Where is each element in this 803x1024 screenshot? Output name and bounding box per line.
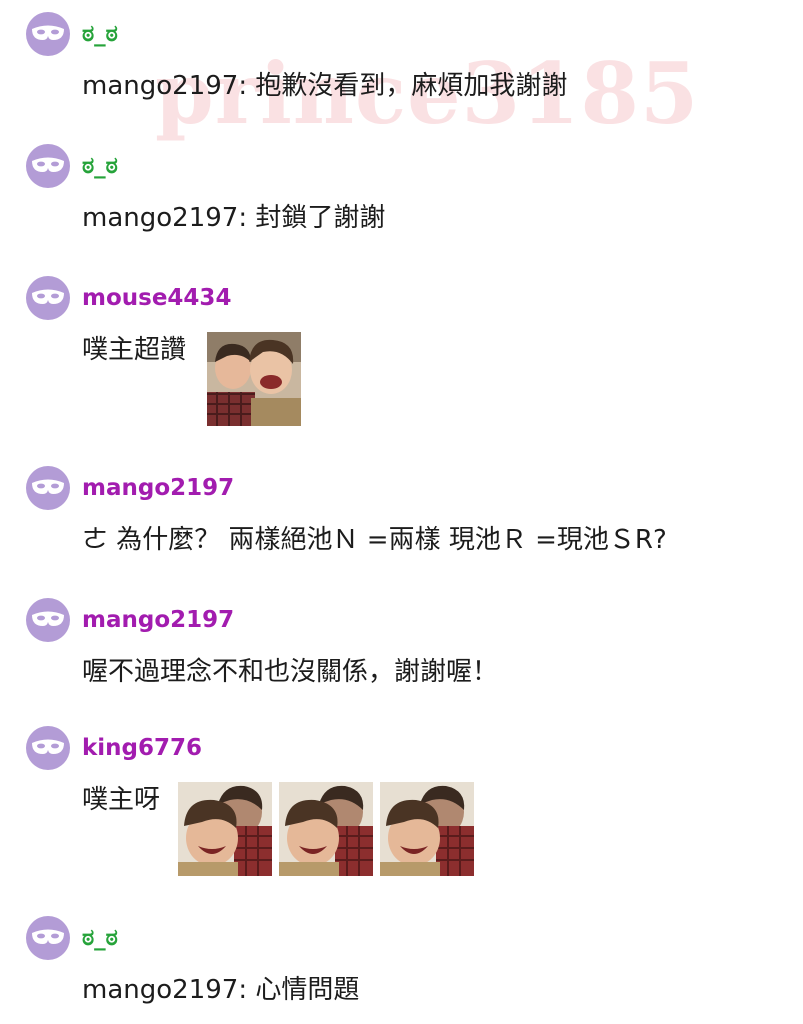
mask-icon[interactable] <box>26 276 70 320</box>
comment-username[interactable]: mouse4434 <box>82 284 231 312</box>
mask-icon[interactable] <box>26 726 70 770</box>
mask-icon[interactable] <box>26 916 70 960</box>
comment-text: mango2197: 抱歉沒看到，麻煩加我謝謝 <box>82 71 568 101</box>
comment-username[interactable]: mango2197 <box>82 474 234 502</box>
laughing-man-sticker[interactable] <box>279 782 373 876</box>
laughing-man-sticker[interactable] <box>380 782 474 876</box>
laughing-man-sticker[interactable] <box>178 782 272 876</box>
comment-username[interactable]: mango2197 <box>82 606 234 634</box>
comment-username[interactable]: ಠ_ಠ <box>82 20 118 48</box>
laughing-friends-sticker[interactable] <box>207 332 301 426</box>
mask-icon[interactable] <box>26 144 70 188</box>
comment-username[interactable]: ಠ_ಠ <box>82 152 118 180</box>
comment-text: mango2197: 封鎖了謝謝 <box>82 203 386 233</box>
comment-text: mango2197: 心情問題 <box>82 975 360 1005</box>
comment-username[interactable]: ಠ_ಠ <box>82 924 118 952</box>
mask-icon[interactable] <box>26 598 70 642</box>
mask-icon[interactable] <box>26 12 70 56</box>
comment-username[interactable]: king6776 <box>82 734 202 762</box>
comment-text: ㄜ 為什麼？ 兩樣絕池Ｎ =兩樣 現池Ｒ =現池ＳR? <box>82 525 667 555</box>
mask-icon[interactable] <box>26 466 70 510</box>
comment-text: 噗主超讚 <box>82 335 187 365</box>
comment-text: 喔不過理念不和也沒關係，謝謝喔！ <box>82 657 499 687</box>
comment-text: 噗主呀 <box>82 785 161 815</box>
